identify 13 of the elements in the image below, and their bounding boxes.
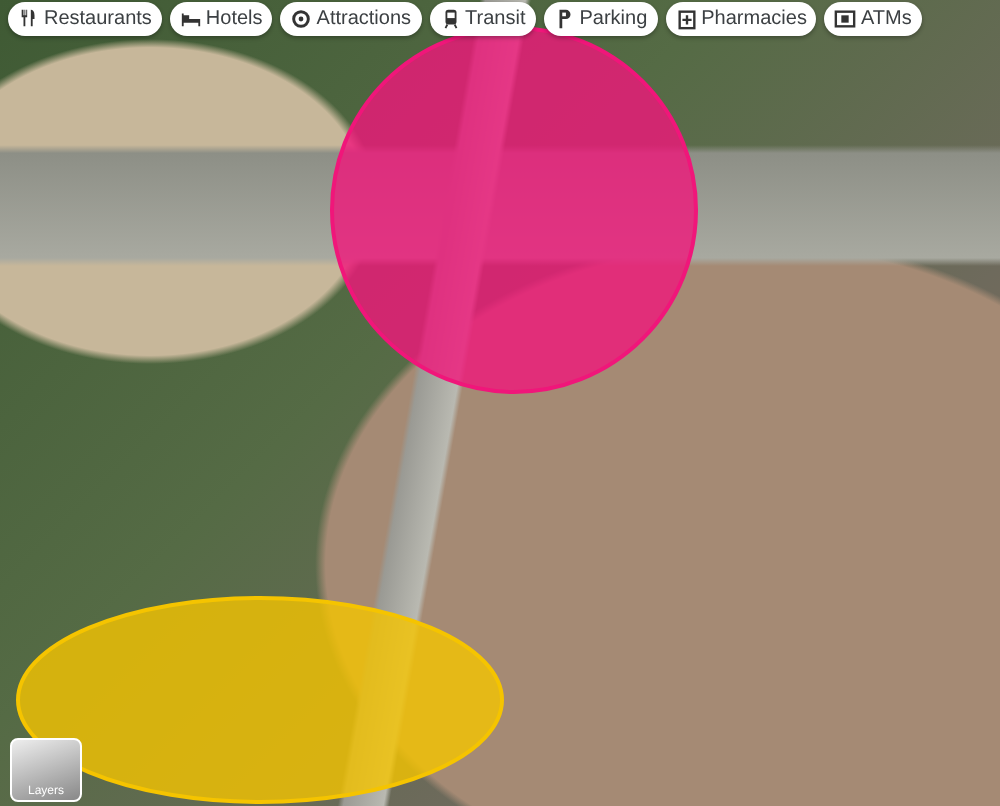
category-chip[interactable]: Pharmacies	[665, 2, 817, 36]
restaurant-icon	[18, 8, 40, 30]
category-chip[interactable]: Hotels	[169, 2, 273, 36]
hotel-icon	[179, 8, 202, 30]
category-chip[interactable]: Transit	[429, 2, 536, 36]
category-chip[interactable]: Attractions	[280, 2, 422, 36]
transit-icon	[439, 8, 462, 30]
pharmacy-icon	[675, 8, 698, 30]
category-chip[interactable]: Parking	[543, 2, 658, 36]
atm-icon	[834, 8, 857, 30]
category-chip[interactable]: ATMs	[824, 2, 922, 36]
category-chip[interactable]: Restaurants	[8, 2, 162, 36]
attraction-icon	[290, 8, 313, 30]
